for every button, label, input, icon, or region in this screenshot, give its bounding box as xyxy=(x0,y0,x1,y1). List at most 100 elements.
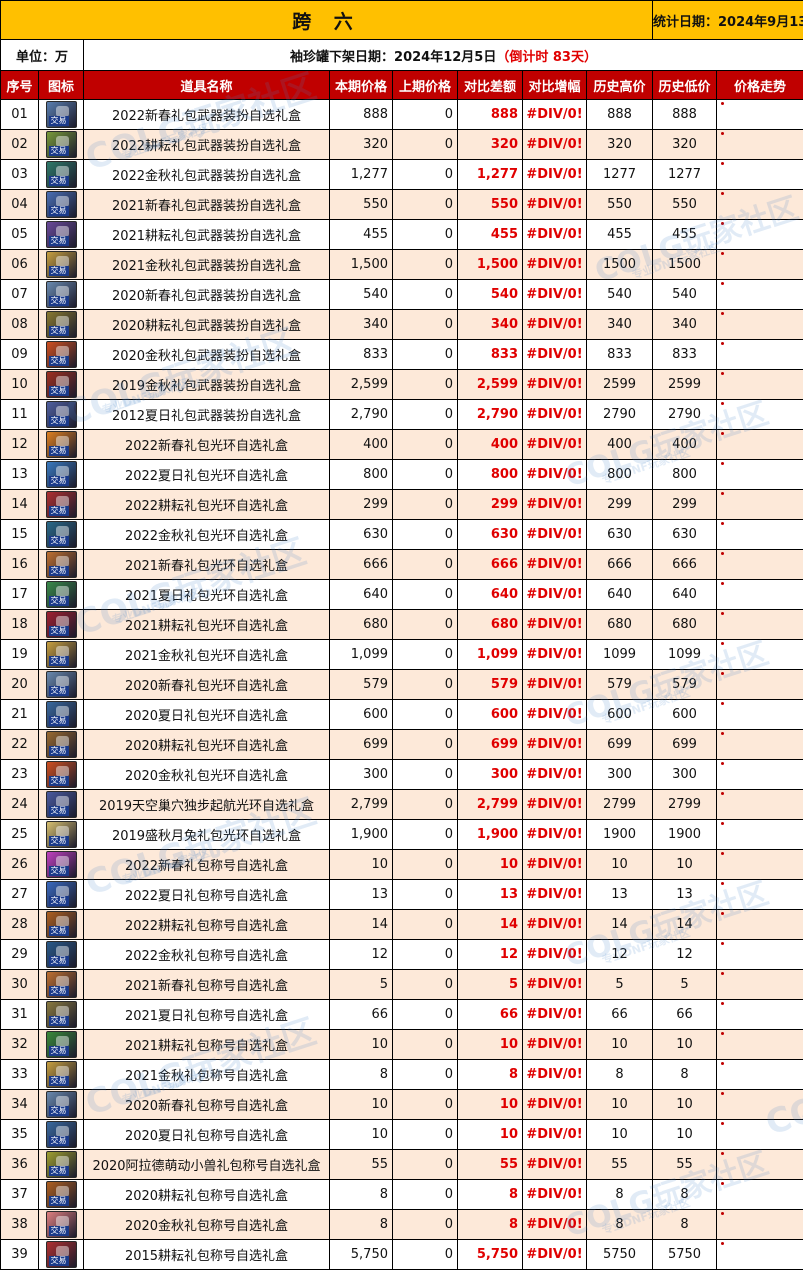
previous-price[interactable]: 0 xyxy=(392,579,458,610)
row-number[interactable]: 31 xyxy=(0,999,39,1030)
price-difference[interactable]: 10 xyxy=(457,849,523,880)
price-trend-cell[interactable] xyxy=(715,339,803,370)
table-row[interactable]: 13 交易 2022夏日礼包光环自选礼盒 800 0 800 #DIV/0! 800 800 xyxy=(0,459,803,490)
current-price[interactable]: 1,099 xyxy=(329,639,393,670)
table-row[interactable]: 03 交易 2022金秋礼包武器装扮自选礼盒 1,277 0 1,277 #DIV/0! 12… xyxy=(0,159,803,190)
history-high[interactable]: 8 xyxy=(586,1179,653,1210)
previous-price[interactable]: 0 xyxy=(392,759,458,790)
item-icon[interactable]: 交易 xyxy=(38,1179,84,1210)
row-number[interactable]: 30 xyxy=(0,969,39,1000)
previous-price[interactable]: 0 xyxy=(392,549,458,580)
row-number[interactable]: 22 xyxy=(0,729,39,760)
history-high[interactable]: 540 xyxy=(586,279,653,310)
table-row[interactable]: 21 交易 2020夏日礼包光环自选礼盒 600 0 600 #DIV/0! 600 600 xyxy=(0,699,803,730)
current-price[interactable]: 10 xyxy=(329,849,393,880)
history-low[interactable]: 680 xyxy=(652,609,717,640)
current-price[interactable]: 1,500 xyxy=(329,249,393,280)
price-change-pct[interactable]: #DIV/0! xyxy=(522,669,587,700)
history-low[interactable]: 1277 xyxy=(652,159,717,190)
history-low[interactable]: 66 xyxy=(652,999,717,1030)
row-number[interactable]: 01 xyxy=(0,99,39,130)
col-header-history-high[interactable]: 历史高价 xyxy=(586,70,653,100)
col-header-change-pct[interactable]: 对比增幅 xyxy=(522,70,587,100)
previous-price[interactable]: 0 xyxy=(392,1059,458,1090)
price-trend-cell[interactable] xyxy=(715,129,803,160)
item-icon[interactable]: 交易 xyxy=(38,1149,84,1180)
price-trend-cell[interactable] xyxy=(715,849,803,880)
price-difference[interactable]: 10 xyxy=(457,1119,523,1150)
table-row[interactable]: 30 交易 2021新春礼包称号自选礼盒 5 0 5 #DIV/0! 5 5 xyxy=(0,969,803,1000)
history-high[interactable]: 10 xyxy=(586,849,653,880)
col-header-difference[interactable]: 对比差额 xyxy=(457,70,523,100)
item-name[interactable]: 2020金秋礼包光环自选礼盒 xyxy=(83,759,330,790)
history-low[interactable]: 888 xyxy=(652,99,717,130)
price-trend-cell[interactable] xyxy=(715,279,803,310)
item-name[interactable]: 2021金秋礼包光环自选礼盒 xyxy=(83,639,330,670)
current-price[interactable]: 550 xyxy=(329,189,393,220)
history-low[interactable]: 1099 xyxy=(652,639,717,670)
price-change-pct[interactable]: #DIV/0! xyxy=(522,159,587,190)
history-high[interactable]: 833 xyxy=(586,339,653,370)
current-price[interactable]: 14 xyxy=(329,909,393,940)
row-number[interactable]: 28 xyxy=(0,909,39,940)
table-row[interactable]: 07 交易 2020新春礼包武器装扮自选礼盒 540 0 540 #DIV/0! 540 540 xyxy=(0,279,803,310)
table-row[interactable]: 16 交易 2021新春礼包光环自选礼盒 666 0 666 #DIV/0! 666 666 xyxy=(0,549,803,580)
table-row[interactable]: 36 交易 2020阿拉德萌动小兽礼包称号自选礼盒 55 0 55 #DIV/0! 55 55 xyxy=(0,1149,803,1180)
current-price[interactable]: 10 xyxy=(329,1089,393,1120)
price-trend-cell[interactable] xyxy=(715,939,803,970)
history-high[interactable]: 14 xyxy=(586,909,653,940)
history-low[interactable]: 2799 xyxy=(652,789,717,820)
item-icon[interactable]: 交易 xyxy=(38,909,84,940)
previous-price[interactable]: 0 xyxy=(392,999,458,1030)
item-name[interactable]: 2020夏日礼包光环自选礼盒 xyxy=(83,699,330,730)
current-price[interactable]: 455 xyxy=(329,219,393,250)
price-trend-cell[interactable] xyxy=(715,309,803,340)
price-difference[interactable]: 300 xyxy=(457,759,523,790)
row-number[interactable]: 33 xyxy=(0,1059,39,1090)
price-trend-cell[interactable] xyxy=(715,399,803,430)
current-price[interactable]: 299 xyxy=(329,489,393,520)
previous-price[interactable]: 0 xyxy=(392,459,458,490)
item-name[interactable]: 2021夏日礼包称号自选礼盒 xyxy=(83,999,330,1030)
history-low[interactable]: 14 xyxy=(652,909,717,940)
history-low[interactable]: 10 xyxy=(652,1029,717,1060)
item-name[interactable]: 2021耕耘礼包称号自选礼盒 xyxy=(83,1029,330,1060)
row-number[interactable]: 15 xyxy=(0,519,39,550)
table-row[interactable]: 01 交易 2022新春礼包武器装扮自选礼盒 888 0 888 #DIV/0! 888 888 xyxy=(0,99,803,130)
current-price[interactable]: 600 xyxy=(329,699,393,730)
current-price[interactable]: 8 xyxy=(329,1059,393,1090)
item-icon[interactable]: 交易 xyxy=(38,939,84,970)
item-icon[interactable]: 交易 xyxy=(38,1089,84,1120)
item-name[interactable]: 2020耕耘礼包武器装扮自选礼盒 xyxy=(83,309,330,340)
price-difference[interactable]: 340 xyxy=(457,309,523,340)
history-low[interactable]: 1900 xyxy=(652,819,717,850)
row-number[interactable]: 35 xyxy=(0,1119,39,1150)
price-change-pct[interactable]: #DIV/0! xyxy=(522,399,587,430)
table-row[interactable]: 35 交易 2020夏日礼包称号自选礼盒 10 0 10 #DIV/0! 10 10 xyxy=(0,1119,803,1150)
price-change-pct[interactable]: #DIV/0! xyxy=(522,369,587,400)
history-low[interactable]: 13 xyxy=(652,879,717,910)
history-low[interactable]: 340 xyxy=(652,309,717,340)
previous-price[interactable]: 0 xyxy=(392,189,458,220)
row-number[interactable]: 36 xyxy=(0,1149,39,1180)
row-number[interactable]: 26 xyxy=(0,849,39,880)
current-price[interactable]: 12 xyxy=(329,939,393,970)
item-icon[interactable]: 交易 xyxy=(38,549,84,580)
table-row[interactable]: 22 交易 2020耕耘礼包光环自选礼盒 699 0 699 #DIV/0! 699 699 xyxy=(0,729,803,760)
price-trend-cell[interactable] xyxy=(715,1119,803,1150)
row-number[interactable]: 16 xyxy=(0,549,39,580)
price-change-pct[interactable]: #DIV/0! xyxy=(522,249,587,280)
history-low[interactable]: 600 xyxy=(652,699,717,730)
current-price[interactable]: 340 xyxy=(329,309,393,340)
history-high[interactable]: 5750 xyxy=(586,1239,653,1270)
history-low[interactable]: 2599 xyxy=(652,369,717,400)
history-high[interactable]: 10 xyxy=(586,1119,653,1150)
price-difference[interactable]: 320 xyxy=(457,129,523,160)
item-icon[interactable]: 交易 xyxy=(38,699,84,730)
current-price[interactable]: 8 xyxy=(329,1179,393,1210)
price-change-pct[interactable]: #DIV/0! xyxy=(522,909,587,940)
price-difference[interactable]: 400 xyxy=(457,429,523,460)
item-icon[interactable]: 交易 xyxy=(38,189,84,220)
price-trend-cell[interactable] xyxy=(715,489,803,520)
current-price[interactable]: 10 xyxy=(329,1119,393,1150)
